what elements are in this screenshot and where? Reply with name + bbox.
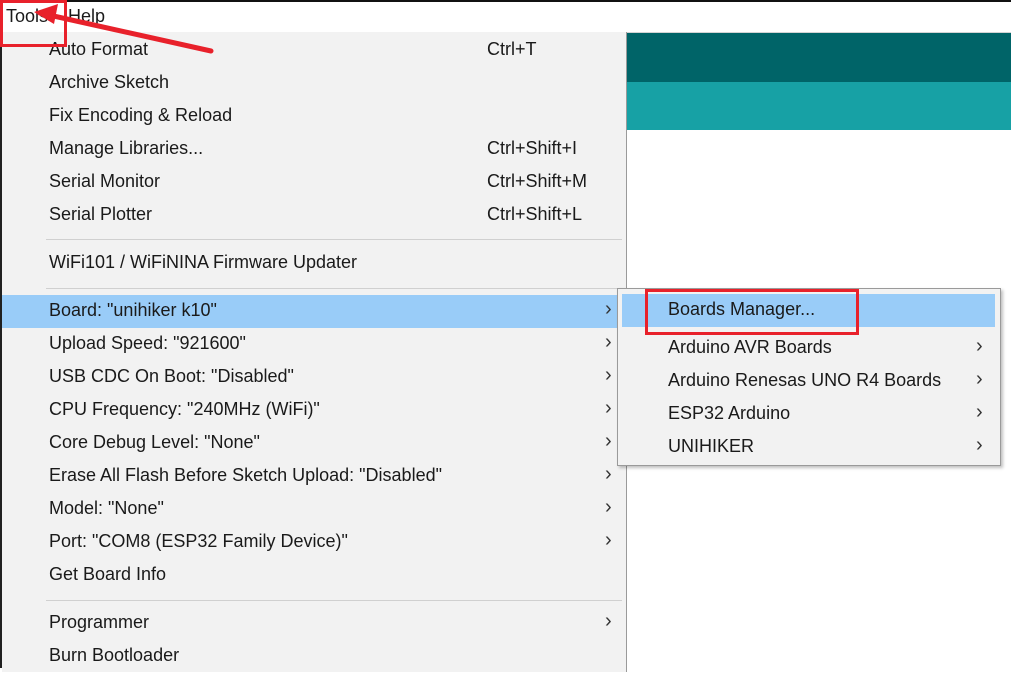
menu-item-serial-plotter[interactable]: Serial Plotter Ctrl+Shift+L bbox=[2, 199, 626, 232]
menu-separator bbox=[46, 600, 622, 601]
menu-item-label: Board: "unihiker k10" bbox=[49, 300, 217, 320]
menu-item-label: Programmer bbox=[49, 612, 150, 632]
menu-item-label: Erase All Flash Before Sketch Upload: "D… bbox=[49, 465, 442, 485]
menu-item-label: WiFi101 / WiFiNINA Firmware Updater bbox=[49, 252, 358, 272]
menu-item-shortcut: Ctrl+Shift+M bbox=[487, 171, 588, 191]
menu-separator bbox=[46, 288, 622, 289]
chevron-right-icon: › bbox=[976, 401, 983, 423]
chevron-right-icon: › bbox=[976, 368, 983, 390]
annotation-box-tools bbox=[0, 0, 67, 47]
menu-item-burn-bootloader[interactable]: Burn Bootloader bbox=[2, 640, 626, 673]
menu-item-core-debug-level[interactable]: Core Debug Level: "None" › bbox=[2, 427, 626, 460]
tools-menu: Auto Format Ctrl+T Archive Sketch Fix En… bbox=[2, 32, 627, 672]
menu-item-label: Archive Sketch bbox=[49, 72, 170, 92]
menu-item-label: Port: "COM8 (ESP32 Family Device)" bbox=[49, 531, 348, 551]
menu-item-model[interactable]: Model: "None" › bbox=[2, 493, 626, 526]
menu-item-get-board-info[interactable]: Get Board Info bbox=[2, 559, 626, 592]
menu-item-usb-cdc[interactable]: USB CDC On Boot: "Disabled" › bbox=[2, 361, 626, 394]
menu-item-label: Upload Speed: "921600" bbox=[49, 333, 246, 353]
menu-item-cpu-frequency[interactable]: CPU Frequency: "240MHz (WiFi)" › bbox=[2, 394, 626, 427]
menu-item-port[interactable]: Port: "COM8 (ESP32 Family Device)" › bbox=[2, 526, 626, 559]
menu-item-board[interactable]: Board: "unihiker k10" › bbox=[2, 295, 626, 328]
chevron-right-icon: › bbox=[605, 610, 612, 632]
menu-item-fix-encoding[interactable]: Fix Encoding & Reload bbox=[2, 100, 626, 133]
submenu-item-arduino-renesas[interactable]: Arduino Renesas UNO R4 Boards › bbox=[618, 365, 1000, 398]
menu-item-label: Get Board Info bbox=[49, 564, 167, 584]
menu-bar: Tools Help bbox=[2, 2, 1011, 33]
editor-toolbar bbox=[626, 33, 1011, 82]
menu-item-shortcut: Ctrl+T bbox=[487, 39, 537, 59]
menu-item-label: Manage Libraries... bbox=[49, 138, 204, 158]
menu-item-label: Serial Monitor bbox=[49, 171, 161, 191]
menu-item-erase-flash[interactable]: Erase All Flash Before Sketch Upload: "D… bbox=[2, 460, 626, 493]
chevron-right-icon: › bbox=[605, 331, 612, 353]
menu-item-archive-sketch[interactable]: Archive Sketch bbox=[2, 67, 626, 100]
menu-item-serial-monitor[interactable]: Serial Monitor Ctrl+Shift+M bbox=[2, 166, 626, 199]
annotation-box-boards-manager bbox=[645, 289, 859, 335]
submenu-item-esp32-arduino[interactable]: ESP32 Arduino › bbox=[618, 398, 1000, 431]
chevron-right-icon: › bbox=[976, 335, 983, 357]
menu-item-label: USB CDC On Boot: "Disabled" bbox=[49, 366, 294, 386]
menu-item-auto-format[interactable]: Auto Format Ctrl+T bbox=[2, 34, 626, 67]
menu-item-manage-libraries[interactable]: Manage Libraries... Ctrl+Shift+I bbox=[2, 133, 626, 166]
chevron-right-icon: › bbox=[605, 496, 612, 518]
chevron-right-icon: › bbox=[605, 529, 612, 551]
menu-help[interactable]: Help bbox=[68, 6, 105, 27]
menu-item-label: Arduino Renesas UNO R4 Boards bbox=[668, 370, 942, 390]
menu-item-label: Serial Plotter bbox=[49, 204, 153, 224]
menu-item-upload-speed[interactable]: Upload Speed: "921600" › bbox=[2, 328, 626, 361]
menu-separator bbox=[46, 239, 622, 240]
submenu-item-arduino-avr[interactable]: Arduino AVR Boards › bbox=[618, 332, 1000, 365]
menu-item-label: Arduino AVR Boards bbox=[668, 337, 832, 357]
menu-item-firmware-updater[interactable]: WiFi101 / WiFiNINA Firmware Updater bbox=[2, 247, 626, 280]
menu-item-label: Burn Bootloader bbox=[49, 645, 180, 665]
chevron-right-icon: › bbox=[605, 298, 612, 320]
menu-item-label: Fix Encoding & Reload bbox=[49, 105, 233, 125]
menu-item-label: CPU Frequency: "240MHz (WiFi)" bbox=[49, 399, 320, 419]
menu-item-label: Model: "None" bbox=[49, 498, 164, 518]
chevron-right-icon: › bbox=[605, 364, 612, 386]
chevron-right-icon: › bbox=[605, 430, 612, 452]
menu-item-programmer[interactable]: Programmer › bbox=[2, 607, 626, 640]
menu-item-label: ESP32 Arduino bbox=[668, 403, 791, 423]
menu-item-shortcut: Ctrl+Shift+L bbox=[487, 204, 583, 224]
submenu-item-unihiker[interactable]: UNIHIKER › bbox=[618, 431, 1000, 464]
editor-tab-bar bbox=[626, 82, 1011, 130]
chevron-right-icon: › bbox=[605, 397, 612, 419]
chevron-right-icon: › bbox=[976, 434, 983, 456]
menu-item-shortcut: Ctrl+Shift+I bbox=[487, 138, 578, 158]
chevron-right-icon: › bbox=[605, 463, 612, 485]
menu-item-label: Core Debug Level: "None" bbox=[49, 432, 260, 452]
menu-item-label: UNIHIKER bbox=[668, 436, 755, 456]
